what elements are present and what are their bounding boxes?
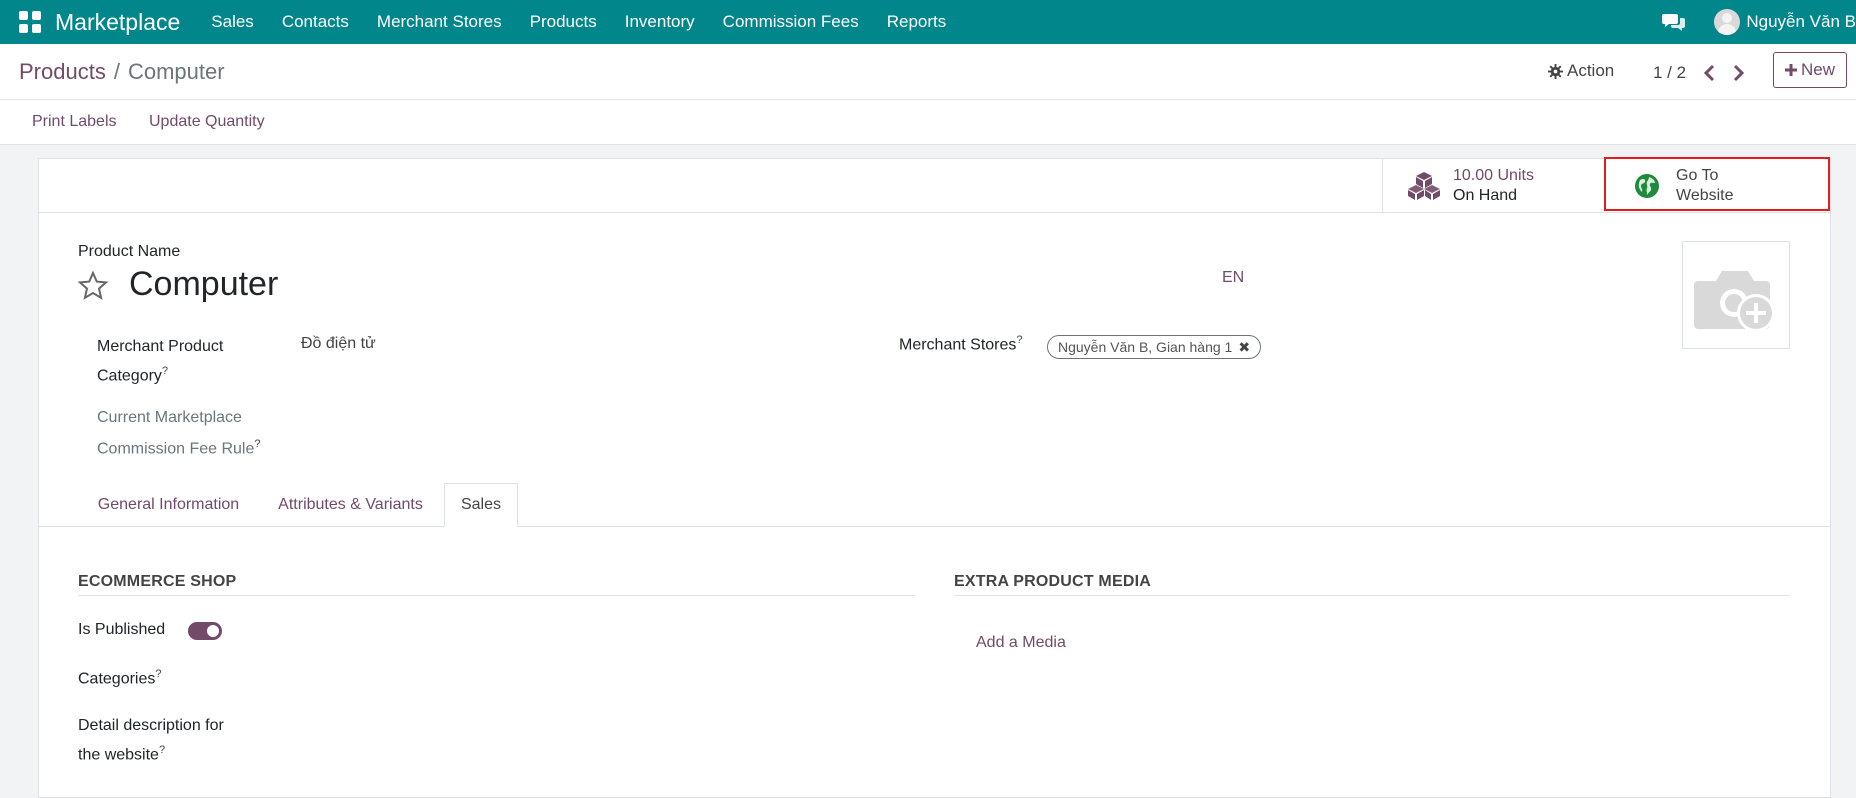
media-section-divider <box>954 595 1790 596</box>
tab-general-information[interactable]: General Information <box>80 483 257 527</box>
menu-sales[interactable]: Sales <box>211 12 254 32</box>
help-tooltip-icon[interactable]: ? <box>1016 334 1022 346</box>
menu-commission-fees[interactable]: Commission Fees <box>723 12 859 32</box>
extra-product-media-title: EXTRA PRODUCT MEDIA <box>954 573 1151 590</box>
on-hand-text: 10.00 Units On Hand <box>1453 166 1534 206</box>
pager-value[interactable]: 1 / 2 <box>1653 63 1686 83</box>
print-labels-button[interactable]: Print Labels <box>32 113 117 131</box>
website-line2: Website <box>1676 186 1734 204</box>
tab-attributes-variants[interactable]: Attributes & Variants <box>257 483 444 527</box>
commission-fee-rule-label: Current Marketplace Commission Fee Rule? <box>97 409 261 458</box>
plus-icon <box>1784 64 1797 76</box>
menu-inventory[interactable]: Inventory <box>625 12 695 32</box>
menu-contacts[interactable]: Contacts <box>282 12 349 32</box>
top-navbar: Marketplace Sales Contacts Merchant Stor… <box>0 0 1856 44</box>
action-button[interactable]: Action <box>1548 61 1614 81</box>
on-hand-button[interactable]: 10.00 Units On Hand <box>1382 159 1606 212</box>
cubes-icon <box>1408 171 1440 200</box>
product-name-label: Product Name <box>78 243 181 260</box>
remove-tag-icon[interactable]: ✖ <box>1238 339 1250 356</box>
pager-next-icon[interactable] <box>1728 61 1748 85</box>
breadcrumb: Products / Computer <box>19 59 225 85</box>
ecommerce-section-divider <box>78 595 915 596</box>
ecommerce-shop-title: ECOMMERCE SHOP <box>78 573 237 590</box>
new-button[interactable]: New <box>1773 52 1847 88</box>
is-published-label: Is Published <box>78 621 166 638</box>
help-tooltip-icon[interactable]: ? <box>159 744 165 756</box>
breadcrumb-products[interactable]: Products <box>19 59 106 84</box>
globe-icon <box>1635 173 1659 198</box>
chat-icon[interactable] <box>1662 12 1686 32</box>
add-media-button[interactable]: Add a Media <box>976 634 1066 652</box>
website-description-label: Detail description for the website? <box>78 717 224 764</box>
control-panel-divider <box>0 99 1856 100</box>
menu-reports[interactable]: Reports <box>887 12 947 32</box>
pager-previous-icon[interactable] <box>1700 61 1720 85</box>
help-tooltip-icon[interactable]: ? <box>155 668 161 680</box>
merchant-stores-label: Merchant Stores? <box>899 334 1023 354</box>
app-brand[interactable]: Marketplace <box>55 9 180 36</box>
product-name-value[interactable]: Computer <box>129 265 278 304</box>
merchant-store-tag[interactable]: Nguyễn Văn B, Gian hàng 1 ✖ <box>1047 335 1262 359</box>
go-to-website-button[interactable]: Go To Website <box>1605 159 1831 212</box>
apps-menu-icon[interactable] <box>19 11 41 33</box>
on-hand-value: 10.00 Units <box>1453 166 1534 184</box>
smart-button-box: 10.00 Units On Hand Go To Website <box>39 159 1830 213</box>
merchant-product-category-label: Merchant Product Category? <box>97 338 224 385</box>
tab-sales[interactable]: Sales <box>444 483 518 527</box>
breadcrumb-current: Computer <box>127 59 225 84</box>
breadcrumb-separator: / <box>113 59 120 84</box>
categories-label: Categories? <box>78 668 162 688</box>
update-quantity-button[interactable]: Update Quantity <box>149 113 265 131</box>
menu-products[interactable]: Products <box>530 12 597 32</box>
user-avatar[interactable] <box>1714 9 1741 35</box>
language-button[interactable]: EN <box>1222 269 1244 287</box>
new-label: New <box>1800 60 1835 79</box>
control-panel: Products / Computer Action 1 / 2 New Print… <box>0 44 1856 145</box>
user-name[interactable]: Nguyễn Văn B <box>1746 12 1856 32</box>
is-published-toggle[interactable] <box>188 622 222 640</box>
website-text: Go To Website <box>1676 166 1734 206</box>
merchant-product-category-value[interactable]: Đồ điện tử <box>301 335 376 353</box>
form-sheet: 10.00 Units On Hand Go To Website <box>38 158 1831 798</box>
help-tooltip-icon[interactable]: ? <box>254 438 260 450</box>
website-line1: Go To <box>1676 166 1719 184</box>
help-tooltip-icon[interactable]: ? <box>162 365 168 377</box>
on-hand-label: On Hand <box>1453 186 1518 204</box>
product-image-box[interactable] <box>1682 241 1790 349</box>
action-label: Action <box>1567 61 1615 80</box>
add-photo-icon <box>1694 271 1775 332</box>
gear-icon <box>1548 63 1563 79</box>
favorite-star-icon[interactable] <box>77 270 109 302</box>
menu-merchant-stores[interactable]: Merchant Stores <box>377 12 502 32</box>
merchant-store-tag-label: Nguyễn Văn B, Gian hàng 1 <box>1058 339 1233 355</box>
